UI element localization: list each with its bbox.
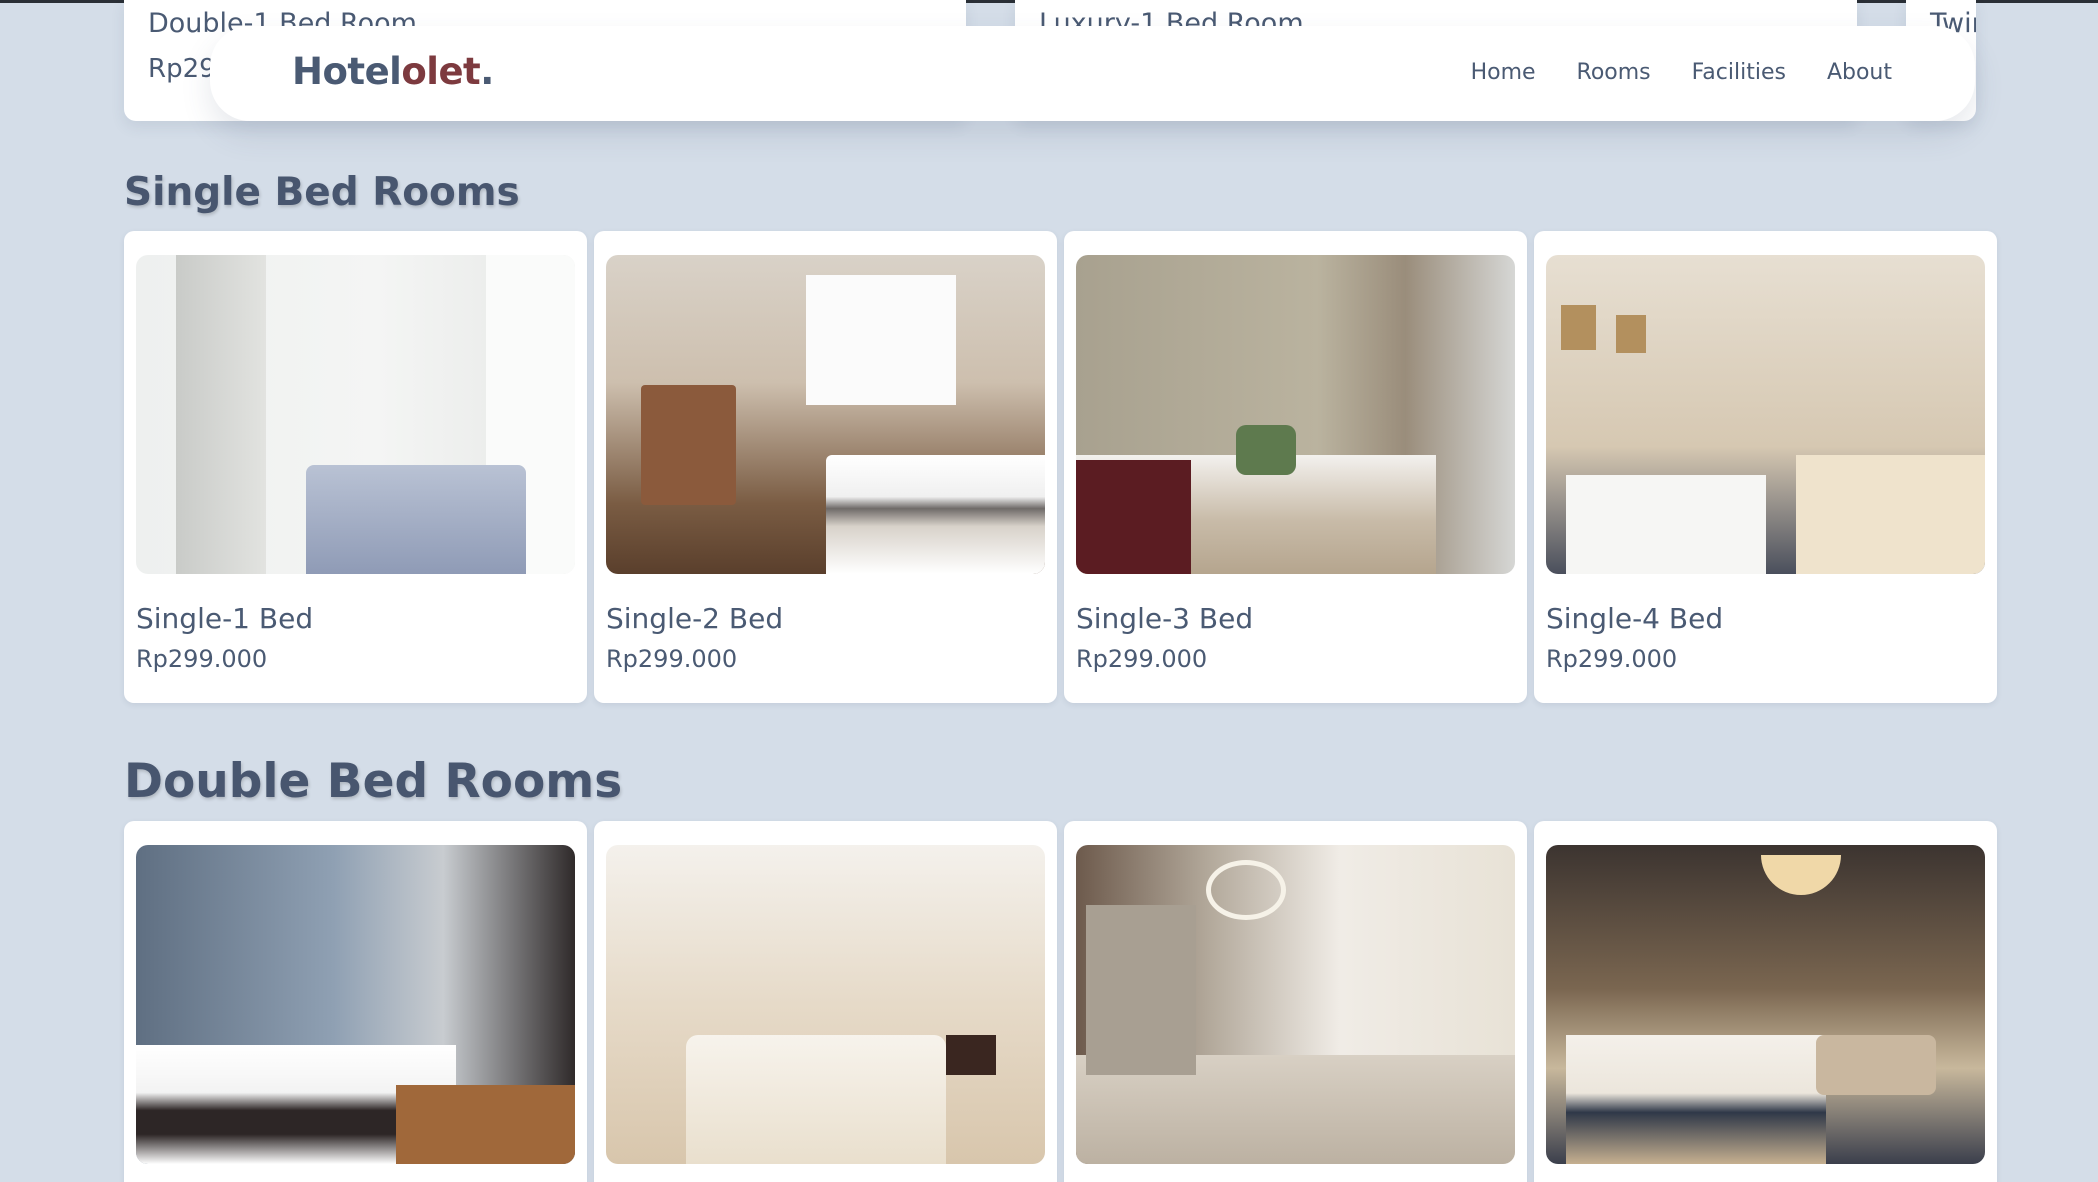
room-card-single-2[interactable]: Single-2 Bed Rp299.000 <box>594 231 1057 703</box>
section-title-single: Single Bed Rooms <box>124 170 520 215</box>
room-photo <box>606 255 1045 574</box>
room-name: Single-3 Bed <box>1076 602 1254 635</box>
room-photo <box>1076 845 1515 1164</box>
room-price: Rp299.000 <box>606 645 738 673</box>
room-price: Rp299.000 <box>1546 645 1678 673</box>
room-photo <box>1546 845 1985 1164</box>
room-price: Rp299.000 <box>1076 645 1208 673</box>
room-card-single-4[interactable]: Single-4 Bed Rp299.000 <box>1534 231 1997 703</box>
nav-link-facilities[interactable]: Facilities <box>1692 60 1786 85</box>
room-photo <box>136 255 575 574</box>
room-card-double-2[interactable] <box>594 821 1057 1182</box>
main-nav: Home Rooms Facilities About <box>1471 60 1892 85</box>
room-photo <box>1546 255 1985 574</box>
nav-link-home[interactable]: Home <box>1471 60 1536 85</box>
section-title-double: Double Bed Rooms <box>124 754 623 809</box>
room-photo <box>1076 255 1515 574</box>
room-price: Rp299.000 <box>136 645 268 673</box>
room-card-double-1[interactable] <box>124 821 587 1182</box>
brand-logo[interactable]: Hotelolet. <box>292 50 494 93</box>
room-name: Single-4 Bed <box>1546 602 1724 635</box>
room-photo <box>606 845 1045 1164</box>
brand-name-accent: olet <box>401 50 481 93</box>
room-name: Single-1 Bed <box>136 602 314 635</box>
double-rooms-grid <box>124 821 1997 1182</box>
navbar: Hotelolet. Home Rooms Facilities About <box>210 26 1975 121</box>
nav-link-rooms[interactable]: Rooms <box>1577 60 1651 85</box>
room-card-single-3[interactable]: Single-3 Bed Rp299.000 <box>1064 231 1527 703</box>
brand-name-main: Hotel <box>292 50 402 93</box>
brand-dot: . <box>480 50 494 93</box>
single-rooms-grid: Single-1 Bed Rp299.000 Single-2 Bed Rp29… <box>124 231 1997 703</box>
room-card-single-1[interactable]: Single-1 Bed Rp299.000 <box>124 231 587 703</box>
room-photo <box>136 845 575 1164</box>
room-card-double-3[interactable] <box>1064 821 1527 1182</box>
room-card-double-4[interactable] <box>1534 821 1997 1182</box>
nav-link-about[interactable]: About <box>1827 60 1892 85</box>
room-name: Single-2 Bed <box>606 602 784 635</box>
